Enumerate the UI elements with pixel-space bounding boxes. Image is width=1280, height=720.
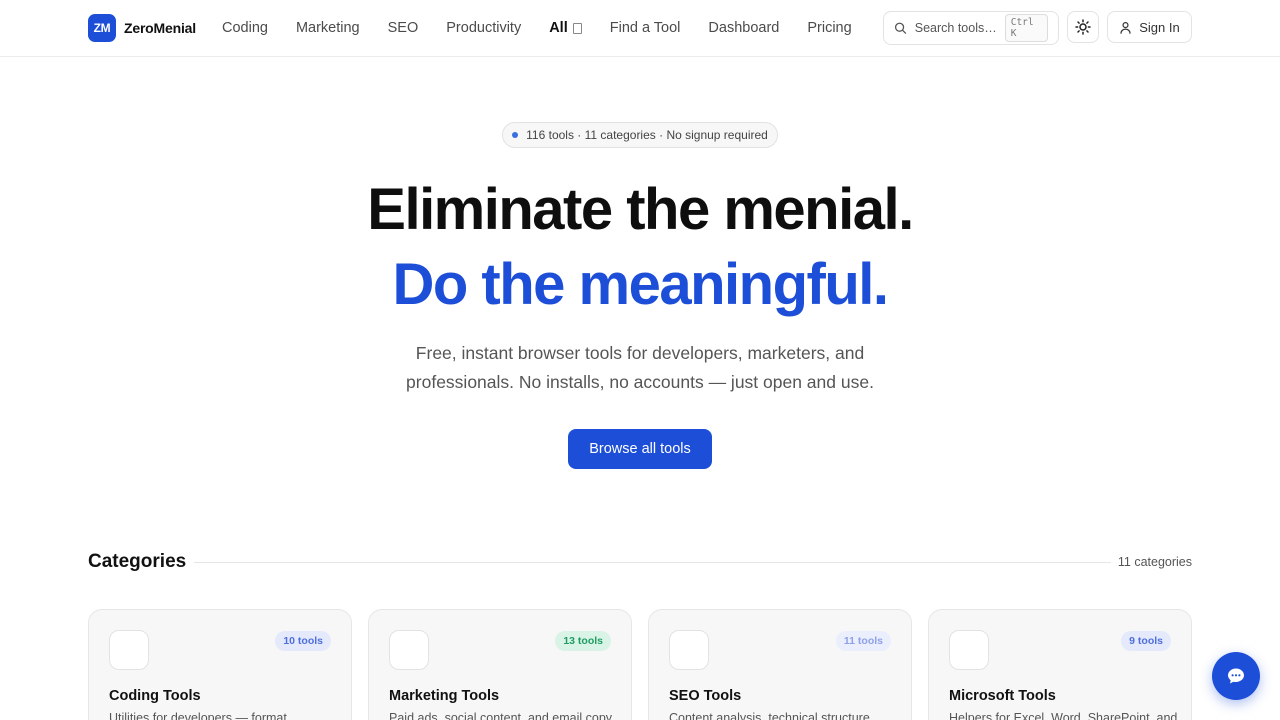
category-card-coding[interactable]: 10 tools Coding Tools Utilities for deve…: [88, 609, 352, 720]
search-shortcut: Ctrl K: [1004, 14, 1048, 42]
nav-all-dropdown[interactable]: All: [535, 20, 596, 36]
category-card-microsoft[interactable]: 9 tools Microsoft Tools Helpers for Exce…: [928, 609, 1192, 720]
category-description: Paid ads, social content, and email copy: [389, 711, 613, 720]
browse-all-tools-button[interactable]: Browse all tools: [568, 429, 712, 469]
categories-count: 11 categories: [1117, 555, 1192, 569]
sign-in-label: Sign In: [1139, 19, 1180, 35]
categories-heading: Categories: [88, 551, 187, 572]
main-nav: Coding Marketing SEO Productivity All Fi…: [208, 0, 866, 56]
nav-productivity[interactable]: Productivity: [432, 20, 535, 36]
logo-mark: ZM: [88, 14, 116, 42]
category-icon: [949, 630, 989, 670]
category-title: Marketing Tools: [389, 688, 500, 704]
hero-heading: Eliminate the menial.: [367, 177, 914, 242]
category-icon: [109, 630, 149, 670]
search-button[interactable]: Search tools… Ctrl K: [883, 11, 1059, 45]
search-icon: [894, 22, 907, 34]
tool-count-badge: 13 tools: [555, 631, 611, 651]
category-title: Coding Tools: [109, 688, 201, 704]
sun-icon: [1075, 19, 1091, 35]
theme-toggle-button[interactable]: [1067, 11, 1099, 43]
search-label: Search tools…: [914, 21, 997, 35]
stats-pill: 116 tools · 11 categories · No signup re…: [502, 122, 778, 148]
dropdown-icon: [572, 22, 582, 34]
nav-pricing[interactable]: Pricing: [793, 20, 865, 36]
category-icon: [669, 630, 709, 670]
stats-text: 116 tools · 11 categories · No signup re…: [526, 128, 768, 142]
user-icon: [1120, 21, 1131, 34]
category-description: Content analysis, technical structure,: [669, 711, 874, 720]
tool-count-badge: 11 tools: [835, 631, 891, 651]
nav-seo[interactable]: SEO: [374, 20, 433, 36]
category-description: Utilities for developers — format,: [109, 711, 291, 720]
nav-all-label: All: [549, 20, 568, 36]
category-card-seo[interactable]: 11 tools SEO Tools Content analysis, tec…: [648, 609, 912, 720]
nav-marketing[interactable]: Marketing: [282, 20, 374, 36]
category-card-marketing[interactable]: 13 tools Marketing Tools Paid ads, socia…: [368, 609, 632, 720]
hero-subtitle: Free, instant browser tools for develope…: [406, 343, 874, 392]
nav-coding[interactable]: Coding: [208, 20, 282, 36]
status-dot-icon: [512, 132, 519, 138]
hero-heading-accent: Do the meaningful.: [392, 252, 890, 317]
category-title: Microsoft Tools: [949, 688, 1056, 704]
chat-bubble-icon: [1228, 668, 1244, 684]
site-header: ZM ZeroMenial Coding Marketing SEO Produ…: [0, 0, 1280, 57]
brand-name: ZeroMenial: [124, 20, 196, 36]
category-description: Helpers for Excel, Word, SharePoint, and: [949, 711, 1178, 720]
nav-find-tool[interactable]: Find a Tool: [596, 20, 695, 36]
category-title: SEO Tools: [669, 688, 742, 704]
section-divider: [194, 562, 1111, 563]
nav-dashboard[interactable]: Dashboard: [694, 20, 793, 36]
tool-count-badge: 9 tools: [1121, 631, 1171, 651]
sign-in-button[interactable]: Sign In: [1107, 11, 1192, 43]
tool-count-badge: 10 tools: [275, 631, 331, 651]
chat-button[interactable]: [1212, 652, 1260, 700]
brand-logo[interactable]: ZM ZeroMenial: [88, 14, 196, 42]
category-icon: [389, 630, 429, 670]
